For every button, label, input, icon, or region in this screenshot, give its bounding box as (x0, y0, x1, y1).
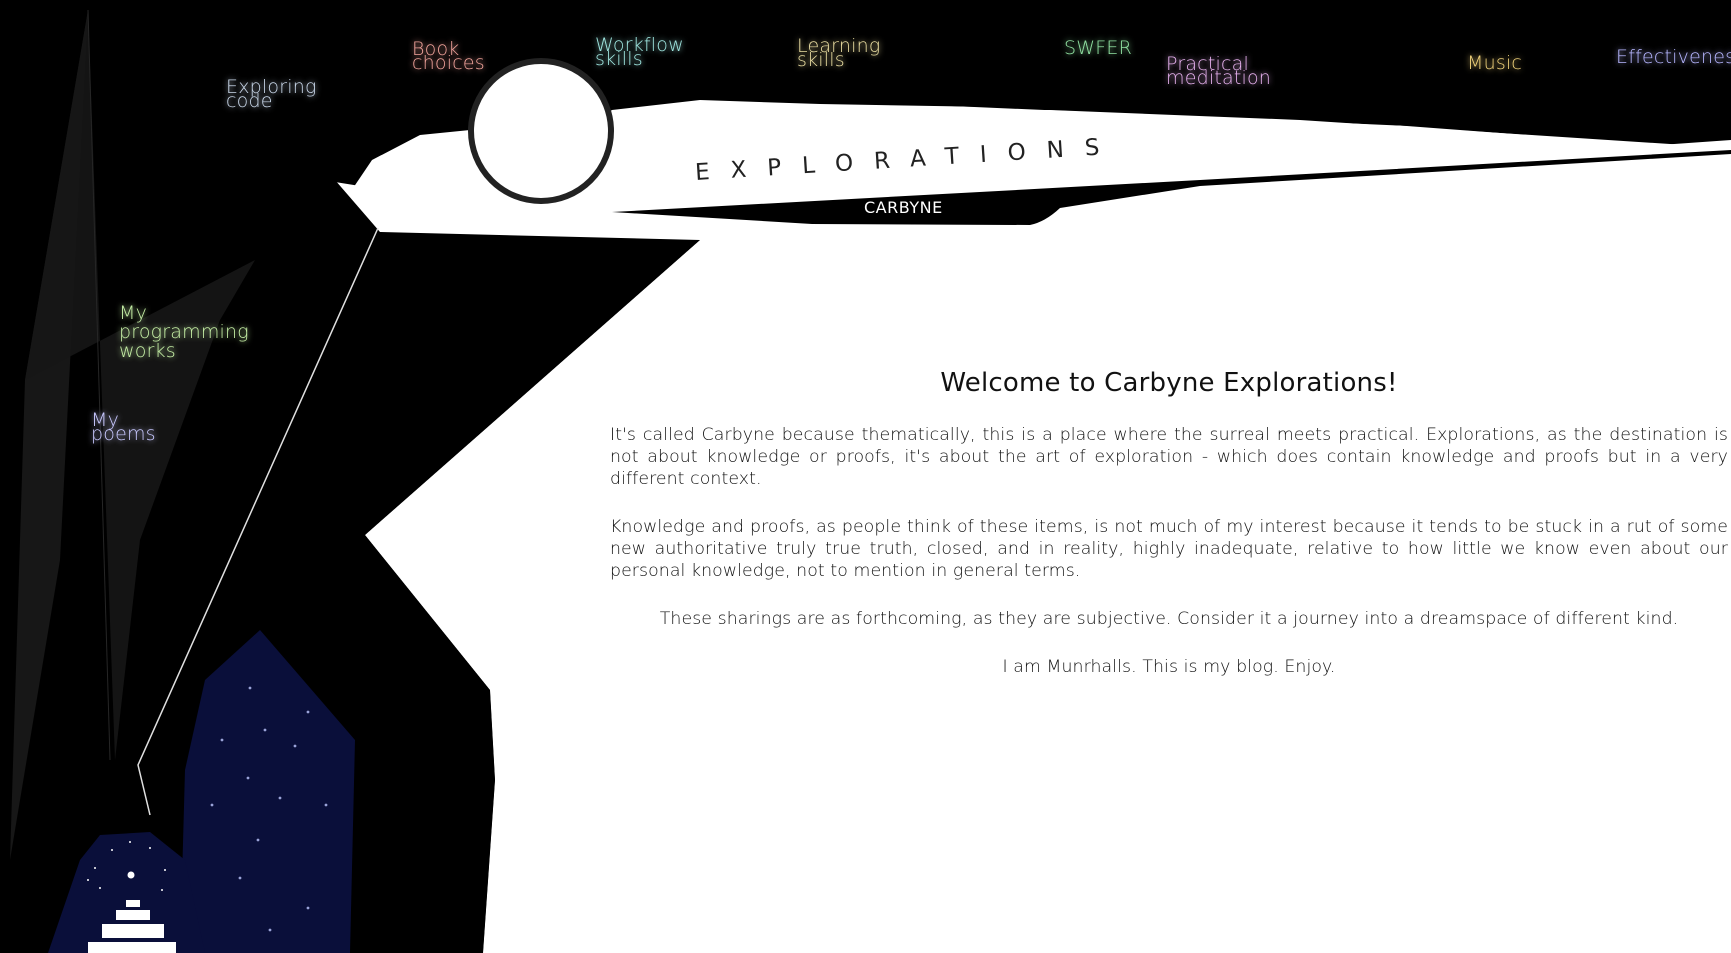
nav-link-my-programming-works[interactable]: My programming works (119, 304, 249, 361)
knowledge-paragraph: Knowledge and proofs, as people think of… (610, 517, 1728, 581)
nav-link-music[interactable]: Music (1467, 54, 1522, 73)
intro-paragraph: It's called Carbyne because thematically… (610, 425, 1728, 489)
nav-link-swfer[interactable]: SWFER (1064, 39, 1132, 58)
nav-link-practical-meditation[interactable]: Practical meditation (1166, 55, 1271, 88)
nav-link-book-choices[interactable]: Book choices (412, 40, 485, 73)
main-content: Welcome to Carbyne Explorations! It's ca… (610, 368, 1728, 704)
nav-link-workflow-skills[interactable]: Workflow skills (595, 36, 684, 69)
moon-circle (468, 58, 614, 204)
site-subtitle: CARBYNE (864, 198, 943, 217)
nav-link-effectiveness[interactable]: Effectiveness (1616, 48, 1731, 67)
page-canvas: Exploring code Book choices Workflow ski… (0, 0, 1731, 953)
nav-link-my-poems[interactable]: My poems (91, 411, 156, 444)
signature-paragraph: I am Munrhalls. This is my blog. Enjoy. (1002, 657, 1336, 677)
sharings-paragraph: These sharings are as forthcoming, as th… (659, 609, 1679, 629)
nav-link-exploring-code[interactable]: Exploring code (226, 78, 317, 111)
nav-link-learning-skills[interactable]: Learning skills (797, 37, 880, 70)
welcome-heading: Welcome to Carbyne Explorations! (940, 368, 1398, 398)
